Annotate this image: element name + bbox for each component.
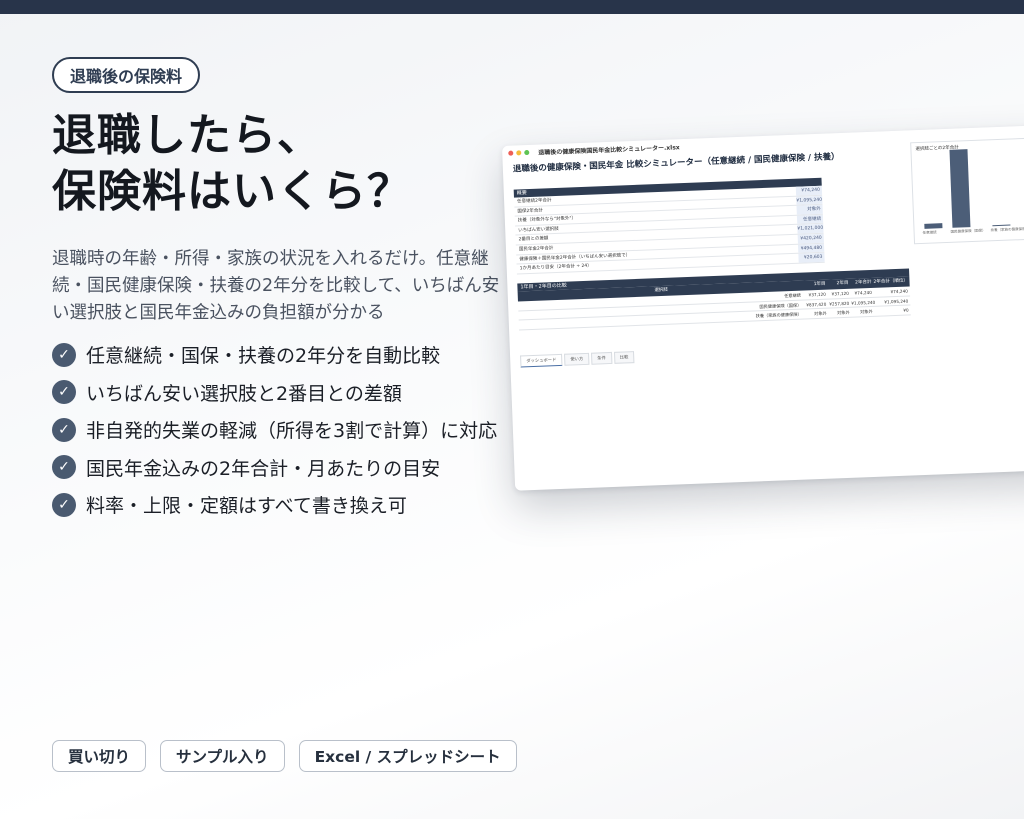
comparison-table: 1年目・2年目の比較 選択肢 1年目 2年目 2年合計 2年合計（順位） 任意継…	[517, 268, 911, 330]
window-title: 退職後の健康保険国民年金比較シミュレーター.xlsx	[538, 143, 680, 157]
table-cell[interactable]: ¥837,420	[805, 299, 828, 308]
table-cell[interactable]: ¥0	[874, 305, 910, 315]
feature-label: 任意継続・国保・扶養の2年分を自動比較	[86, 345, 441, 368]
feature-label: いちばん安い選択肢と2番目との差額	[86, 382, 402, 405]
bar-chart: 選択肢ごとの2年合計 任意継続 国民健康保険（国保） 扶養（家族の健康保険）	[910, 137, 1024, 245]
spreadsheet-screenshot: 退職後の健康保険国民年金比較シミュレーター.xlsx 退職後の健康保険・国民年金…	[502, 124, 1024, 491]
tag-excel-spreadsheet: Excel / スプレッドシート	[298, 740, 517, 772]
minimize-dot-icon	[516, 149, 522, 155]
title-line-1: 退職したら、	[52, 110, 322, 161]
top-bar	[0, 0, 1024, 14]
summary-value[interactable]: ¥494,480	[797, 243, 825, 253]
summary-value[interactable]: ¥420,240	[797, 233, 824, 244]
chart-bar	[992, 224, 1011, 227]
feature-item: ✓ 任意継続・国保・扶養の2年分を自動比較	[52, 336, 497, 374]
feature-item: ✓ 国民年金込みの2年合計・月あたりの目安	[52, 449, 497, 487]
sheet-tab-dashboard[interactable]: ダッシュボード	[520, 353, 563, 368]
check-icon: ✓	[52, 417, 76, 442]
table-cell[interactable]: 対象外	[805, 309, 828, 318]
feature-label: 非自発的失業の軽減（所得を3割で計算）に対応	[86, 420, 498, 443]
chart-bar	[924, 222, 943, 229]
feature-item: ✓ 料率・上限・定額はすべて書き換え可	[52, 486, 497, 524]
category-badge: 退職後の保険料	[52, 57, 201, 93]
table-cell[interactable]: 対象外	[828, 308, 851, 317]
feature-item: ✓ 非自発的失業の軽減（所得を3割で計算）に対応	[52, 411, 497, 449]
table-cell[interactable]: ¥1,095,240	[851, 297, 875, 306]
description: 退職時の年齢・所得・家族の状況を入れるだけ。任意継続・国民健康保険・扶養の2年分…	[52, 249, 500, 323]
table-cell[interactable]: ¥257,820	[828, 298, 851, 307]
summary-value[interactable]: 任意継続	[796, 214, 824, 225]
table-cell[interactable]: ¥37,120	[805, 290, 828, 299]
table-cell[interactable]: 対象外	[851, 307, 874, 316]
summary-value[interactable]: ¥1,021,000	[797, 224, 824, 234]
feature-list: ✓ 任意継続・国保・扶養の2年分を自動比較 ✓ いちばん安い選択肢と2番目との差額 …	[52, 336, 497, 524]
table-cell[interactable]: ¥37,120	[828, 289, 851, 298]
chart-category-label: 扶養（家族の健康保険）	[990, 226, 1024, 233]
sheet-tab-compare[interactable]: 比較	[613, 351, 635, 364]
check-icon: ✓	[52, 342, 76, 367]
tag-list: 買い切り サンプル入り Excel / スプレッドシート	[52, 740, 531, 772]
summary-value[interactable]: ¥74,240	[795, 185, 823, 196]
chart-bar	[949, 149, 971, 228]
table-cell[interactable]: ¥74,240	[874, 286, 910, 296]
table-cell[interactable]: ¥74,240	[851, 288, 874, 297]
feature-label: 料率・上限・定額はすべて書き換え可	[86, 495, 407, 518]
chart-category-label: 国民健康保険（国保）	[950, 228, 986, 234]
feature-item: ✓ いちばん安い選択肢と2番目との差額	[52, 374, 497, 412]
check-icon: ✓	[52, 492, 76, 517]
sheet-tabs: ダッシュボード 使い方 条件 比較	[520, 351, 637, 368]
close-dot-icon	[508, 150, 514, 156]
tag-sample-included: サンプル入り	[160, 740, 285, 772]
sheet-tab-conditions[interactable]: 条件	[590, 351, 613, 365]
summary-value[interactable]: 対象外	[796, 204, 823, 215]
summary-value[interactable]: ¥20,603	[798, 252, 825, 263]
title-line-2: 保険料はいくら？	[52, 166, 412, 217]
check-icon: ✓	[52, 455, 76, 480]
chart-category-label: 任意継続	[922, 230, 937, 235]
sheet-tab-usage[interactable]: 使い方	[564, 352, 590, 366]
maximize-dot-icon	[524, 149, 530, 155]
check-icon: ✓	[52, 380, 76, 405]
feature-label: 国民年金込みの2年合計・月あたりの目安	[86, 457, 441, 480]
summary-table: 概要 任意継続2年合計 ¥74,240 国保2年合計 ¥1,095,240 扶養（対象外…	[513, 177, 825, 275]
page-title: 退職したら、 保険料はいくら？	[52, 108, 412, 220]
summary-value[interactable]: ¥1,095,240	[796, 195, 823, 205]
table-cell[interactable]: ¥1,095,240	[874, 296, 910, 306]
tag-one-time-purchase: 買い切り	[52, 740, 147, 772]
